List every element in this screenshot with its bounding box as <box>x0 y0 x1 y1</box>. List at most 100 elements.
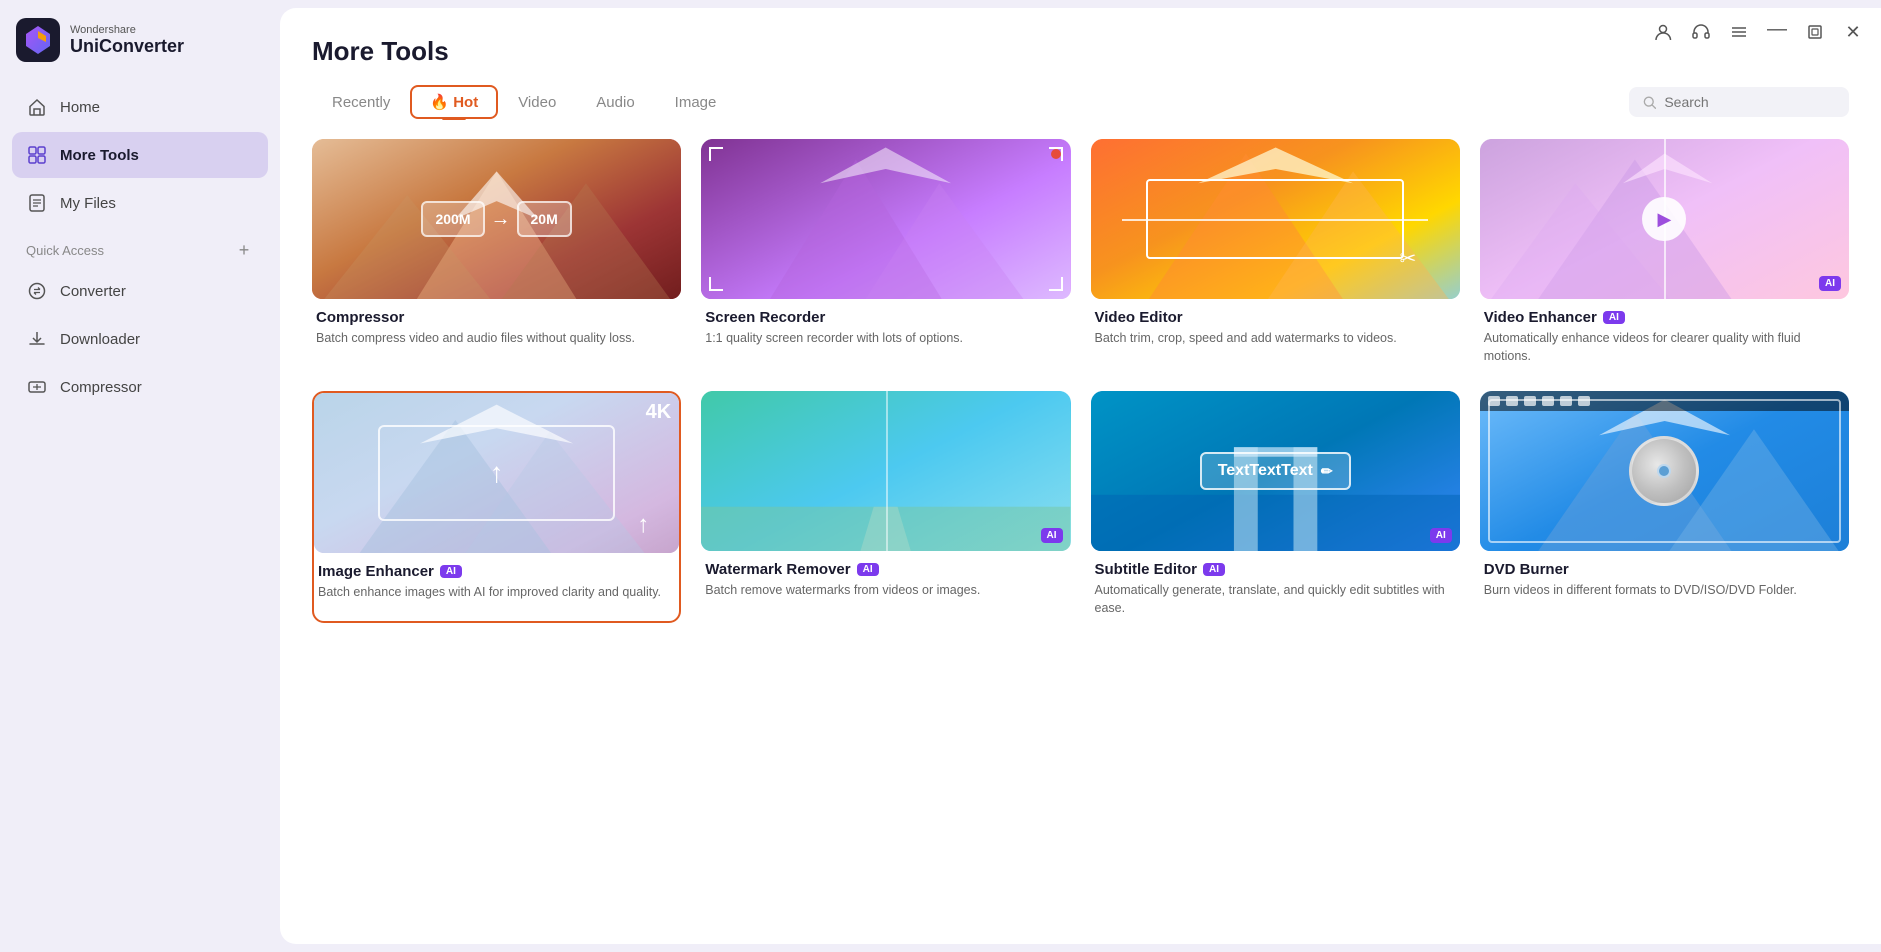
tool-card-screen-recorder[interactable]: Screen Recorder 1:1 quality screen recor… <box>701 139 1070 371</box>
search-icon <box>1643 95 1656 110</box>
tool-desc-watermark-remover: Batch remove watermarks from videos or i… <box>705 582 1066 600</box>
dvd-frame <box>1488 399 1841 543</box>
tool-thumbnail-compressor: 200M → 20M <box>312 139 681 299</box>
converter-icon <box>26 280 48 302</box>
tab-image[interactable]: Image <box>655 86 737 119</box>
app-name: UniConverter <box>70 36 184 57</box>
four-k-label: 4K <box>646 401 672 424</box>
ai-badge-subtitle: AI <box>1430 528 1452 543</box>
downloader-icon <box>26 328 48 350</box>
tool-name-watermark-remover: Watermark Remover <box>705 561 850 578</box>
sidebar: Wondershare UniConverter Home <box>0 0 280 952</box>
maximize-button[interactable] <box>1799 16 1831 48</box>
ai-badge-video-enhancer: AI <box>1819 276 1841 291</box>
search-box[interactable] <box>1629 87 1849 117</box>
tool-thumbnail-video-enhancer: ▶ AI <box>1480 139 1849 299</box>
sidebar-item-my-files[interactable]: My Files <box>12 180 268 226</box>
close-button[interactable]: ✕ <box>1837 16 1869 48</box>
tool-name-video-editor: Video Editor <box>1095 309 1183 326</box>
search-input[interactable] <box>1664 94 1835 110</box>
tool-thumbnail-video-editor: ✂ <box>1091 139 1460 299</box>
tool-thumbnail-subtitle: TextTextText ✏ AI <box>1091 391 1460 551</box>
tool-info-video-editor: Video Editor Batch trim, crop, speed and… <box>1091 299 1460 354</box>
page-title: More Tools <box>312 36 1849 67</box>
scissors-icon: ✂ <box>1400 246 1417 271</box>
quick-access-label: Quick Access + <box>0 230 280 266</box>
tool-desc-screen-recorder: 1:1 quality screen recorder with lots of… <box>705 330 1066 348</box>
sidebar-item-more-tools[interactable]: More Tools <box>12 132 268 178</box>
headset-button[interactable] <box>1685 16 1717 48</box>
ai-badge-label-image-enhancer: AI <box>440 565 462 578</box>
tool-name-subtitle-editor: Subtitle Editor <box>1095 561 1198 578</box>
logo-text: Wondershare UniConverter <box>70 24 184 57</box>
tool-thumbnail-watermark: Watermark Watermark Watermark Wat AI <box>701 391 1070 551</box>
tool-name-video-enhancer: Video Enhancer <box>1484 309 1597 326</box>
content-area: More Tools Recently 🔥 Hot Video Audio Im… <box>280 8 1881 944</box>
wm-divider-line <box>886 391 888 551</box>
tab-hot[interactable]: 🔥 Hot <box>410 85 498 119</box>
tool-name-compressor: Compressor <box>316 309 404 326</box>
img-frame: ↑ <box>378 425 615 521</box>
sidebar-my-files-label: My Files <box>60 195 116 212</box>
tool-card-watermark-remover[interactable]: Watermark Watermark Watermark Wat AI Wat… <box>701 391 1070 623</box>
image-enhancer-overlay: ↑ 4K ↑ <box>314 393 679 553</box>
sidebar-item-downloader[interactable]: Downloader <box>12 316 268 362</box>
sub-nav-items: Converter Downloader Compressor <box>0 266 280 412</box>
editor-frame: ✂ <box>1146 179 1404 259</box>
cut-line <box>1122 219 1427 221</box>
play-button-overlay: ▶ <box>1480 139 1849 299</box>
tool-info-image-enhancer: Image Enhancer AI Batch enhance images w… <box>314 553 679 608</box>
tool-name-dvd-burner: DVD Burner <box>1484 561 1569 578</box>
app-logo-icon <box>16 18 60 62</box>
main-content: — ✕ More Tools Recently 🔥 Hot Video Audi… <box>280 8 1881 944</box>
tool-card-compressor[interactable]: 200M → 20M Compressor Batch compress vid… <box>312 139 681 371</box>
compress-from-label: 200M <box>421 201 484 237</box>
tool-card-subtitle-editor[interactable]: TextTextText ✏ AI Subtitle Editor AI Aut… <box>1091 391 1460 623</box>
compressor-overlay: 200M → 20M <box>312 139 681 299</box>
profile-button[interactable] <box>1647 16 1679 48</box>
tool-card-dvd-burner[interactable]: DVD Burner Burn videos in different form… <box>1480 391 1849 623</box>
rec-corner-br <box>1049 277 1063 291</box>
rec-corner-bl <box>709 277 723 291</box>
compress-to-label: 20M <box>517 201 572 237</box>
tool-thumbnail-image-enhancer: ↑ 4K ↑ <box>314 393 679 553</box>
tool-desc-compressor: Batch compress video and audio files wit… <box>316 330 677 348</box>
tab-recently[interactable]: Recently <box>312 86 410 119</box>
tool-card-video-enhancer[interactable]: ▶ AI Video Enhancer AI Automatically enh… <box>1480 139 1849 371</box>
sidebar-item-home[interactable]: Home <box>12 84 268 130</box>
ai-badge-label-watermark: AI <box>857 563 879 576</box>
compress-arrow: → <box>491 208 511 231</box>
tool-desc-subtitle-editor: Automatically generate, translate, and q… <box>1095 582 1456 617</box>
sidebar-item-converter[interactable]: Converter <box>12 268 268 314</box>
menu-button[interactable] <box>1723 16 1755 48</box>
subtitle-text: TextTextText <box>1218 462 1313 480</box>
home-icon <box>26 96 48 118</box>
minimize-button[interactable]: — <box>1761 16 1793 48</box>
tabs-row: Recently 🔥 Hot Video Audio Image <box>312 85 1849 119</box>
nav-items: Home More Tools My Files <box>0 80 280 230</box>
ai-badge-label-video-enhancer: AI <box>1603 311 1625 324</box>
tool-desc-image-enhancer: Batch enhance images with AI for improve… <box>318 584 675 602</box>
ai-badge-watermark: AI <box>1041 528 1063 543</box>
dvd-disc-overlay <box>1480 391 1849 551</box>
sidebar-home-label: Home <box>60 99 100 116</box>
tool-card-image-enhancer[interactable]: ↑ 4K ↑ Image Enhancer AI Batch enhance i… <box>312 391 681 623</box>
tool-info-watermark-remover: Watermark Remover AI Batch remove waterm… <box>701 551 1070 606</box>
up-arrow-secondary: ↑ <box>637 511 649 539</box>
tab-audio[interactable]: Audio <box>576 86 654 119</box>
sidebar-item-compressor[interactable]: Compressor <box>12 364 268 410</box>
tool-name-image-enhancer: Image Enhancer <box>318 563 434 580</box>
brand-name: Wondershare <box>70 24 184 36</box>
tool-info-compressor: Compressor Batch compress video and audi… <box>312 299 681 354</box>
add-quick-access-button[interactable]: + <box>234 240 254 260</box>
titlebar: — ✕ <box>1635 8 1881 56</box>
compressor-icon <box>26 376 48 398</box>
sidebar-converter-label: Converter <box>60 283 126 300</box>
tool-desc-video-editor: Batch trim, crop, speed and add watermar… <box>1095 330 1456 348</box>
logo-area: Wondershare UniConverter <box>0 0 280 80</box>
edit-pencil-icon: ✏ <box>1321 463 1333 480</box>
tab-video[interactable]: Video <box>498 86 576 119</box>
tool-info-video-enhancer: Video Enhancer AI Automatically enhance … <box>1480 299 1849 371</box>
tool-card-video-editor[interactable]: ✂ Video Editor Batch trim, crop, speed a… <box>1091 139 1460 371</box>
subtitle-overlay: TextTextText ✏ <box>1091 391 1460 551</box>
